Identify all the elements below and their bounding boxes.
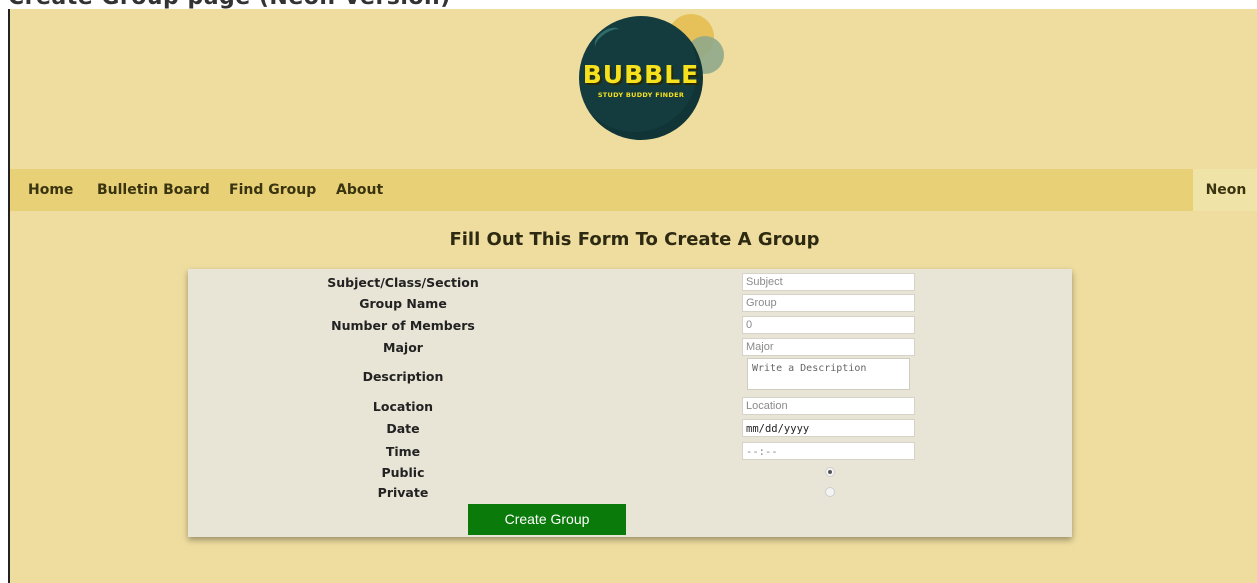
- nav-user-neon[interactable]: Neon: [1193, 169, 1257, 211]
- label-description: Description: [362, 369, 444, 384]
- nav-bulletin-board[interactable]: Bulletin Board: [97, 169, 210, 211]
- logo-gloss: [590, 23, 626, 55]
- label-time: Time: [385, 444, 421, 459]
- private-radio[interactable]: [825, 487, 835, 497]
- label-private: Private: [377, 485, 429, 500]
- time-input[interactable]: --:--: [742, 442, 915, 460]
- label-public: Public: [381, 465, 425, 480]
- nav-about[interactable]: About: [336, 169, 383, 211]
- label-subject: Subject/Class/Section: [327, 275, 479, 290]
- create-group-button[interactable]: Create Group: [468, 504, 626, 535]
- nav-find-group[interactable]: Find Group: [229, 169, 316, 211]
- nav-home[interactable]: Home: [28, 169, 73, 211]
- create-group-form: Subject/Class/Section Group Name Number …: [188, 269, 1072, 537]
- label-date: Date: [386, 421, 420, 436]
- top-strip: Create Group page (Neon Version): [0, 0, 1257, 9]
- logo-subtitle: STUDY BUDDY FINDER: [597, 91, 685, 99]
- major-input[interactable]: [742, 338, 915, 356]
- description-textarea[interactable]: Write a Description: [747, 358, 910, 390]
- public-radio[interactable]: [825, 467, 835, 477]
- subject-input[interactable]: [742, 273, 915, 291]
- label-major: Major: [383, 340, 423, 355]
- logo[interactable]: BUBBLE STUDY BUDDY FINDER: [576, 14, 726, 169]
- logo-title: BUBBLE: [582, 60, 700, 89]
- label-group-name: Group Name: [359, 296, 447, 311]
- label-location: Location: [372, 399, 434, 414]
- group-name-input[interactable]: [742, 294, 915, 312]
- label-members: Number of Members: [331, 318, 475, 333]
- logo-circle: BUBBLE STUDY BUDDY FINDER: [579, 16, 703, 140]
- members-input[interactable]: [742, 316, 915, 334]
- location-input[interactable]: [742, 397, 915, 415]
- form-title: Fill Out This Form To Create A Group: [449, 229, 820, 250]
- cut-off-heading: Create Group page (Neon Version): [8, 0, 451, 9]
- date-input[interactable]: mm/dd/yyyy: [742, 419, 915, 437]
- app-frame: BUBBLE STUDY BUDDY FINDER Home Bulletin …: [8, 9, 1257, 583]
- navbar: Home Bulletin Board Find Group About Neo…: [10, 169, 1257, 211]
